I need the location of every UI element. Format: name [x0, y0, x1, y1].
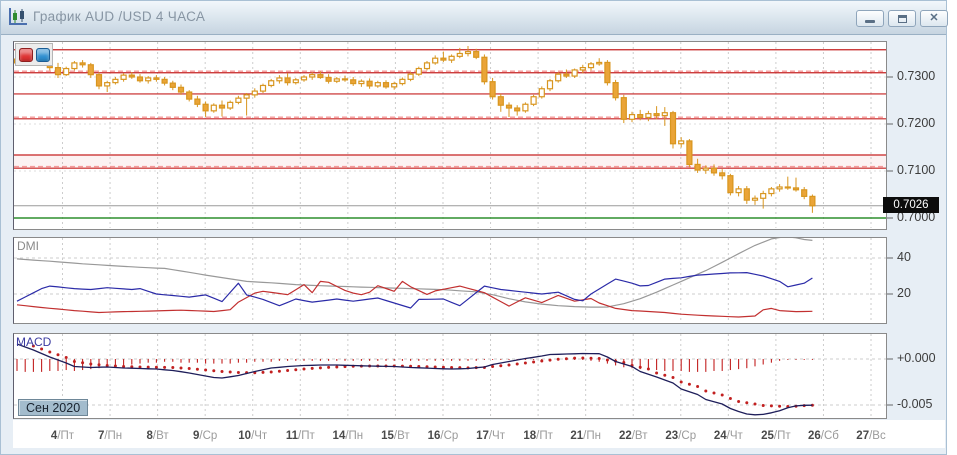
- time-axis-label: 10/Чт: [238, 430, 267, 442]
- dmi-scale-label: 40: [897, 250, 911, 264]
- time-axis-label: 16/Ср: [428, 430, 459, 442]
- price-label: 0.7100: [897, 163, 935, 177]
- marker-toolbar: [15, 43, 53, 66]
- minimize-icon: [857, 11, 883, 26]
- time-axis-label: 7/Пн: [98, 430, 122, 442]
- price-label: 0.7200: [897, 116, 935, 130]
- time-axis-label: 9/Ср: [193, 430, 217, 442]
- time-axis-label: 27/Вс: [856, 430, 885, 442]
- time-axis-label: 8/Вт: [147, 430, 169, 442]
- time-axis-label: 14/Пн: [333, 430, 364, 442]
- time-axis-label: 22/Вт: [619, 430, 648, 442]
- current-price-badge: 0.7026: [883, 197, 939, 213]
- time-axis-label: 26/Сб: [808, 430, 839, 442]
- restore-button[interactable]: [888, 10, 916, 27]
- dmi-label: DMI: [17, 239, 39, 253]
- blue-marker-button[interactable]: [36, 48, 50, 62]
- dmi-indicator-panel[interactable]: [13, 237, 887, 324]
- macd-scale-label: +0.000: [897, 351, 936, 365]
- close-icon: ✕: [921, 11, 947, 26]
- application-window: График AUD /USD 4 ЧАСА ✕ DMI MACD Сен 20…: [0, 0, 957, 455]
- time-axis-label: 4/Пт: [51, 430, 74, 442]
- price-label: 0.7300: [897, 69, 935, 83]
- time-axis-label: 17/Чт: [476, 430, 505, 442]
- title-bar[interactable]: График AUD /USD 4 ЧАСА ✕: [1, 1, 946, 35]
- time-axis-label: 24/Чт: [714, 430, 743, 442]
- time-axis-label: 15/Вт: [381, 430, 410, 442]
- month-badge: Сен 2020: [18, 399, 88, 416]
- time-axis-label: 23/Ср: [665, 430, 696, 442]
- chart-window: График AUD /USD 4 ЧАСА ✕ DMI MACD Сен 20…: [0, 0, 947, 455]
- candlestick-chart-icon: [7, 7, 29, 27]
- minimize-button[interactable]: [856, 10, 884, 27]
- window-title: График AUD /USD 4 ЧАСА: [33, 9, 205, 24]
- time-axis-label: 11/Пт: [286, 430, 315, 442]
- macd-indicator-panel[interactable]: [13, 333, 887, 419]
- time-axis-label: 21/Пн: [570, 430, 601, 442]
- close-button[interactable]: ✕: [920, 10, 948, 27]
- time-axis[interactable]: 4/Пт 7/Пн 8/Вт 9/Ср 10/Чт 11/Пт 14/Пн 15/Вт 16/С…: [13, 420, 945, 448]
- macd-scale-label: -0.005: [897, 397, 932, 411]
- restore-icon: [889, 11, 915, 26]
- red-marker-button[interactable]: [19, 48, 33, 62]
- dmi-scale-label: 20: [897, 286, 911, 300]
- macd-label: MACD: [16, 335, 51, 349]
- time-axis-label: 18/Пт: [523, 430, 553, 442]
- time-axis-label: 25/Пт: [761, 430, 791, 442]
- price-chart-panel[interactable]: [13, 41, 887, 230]
